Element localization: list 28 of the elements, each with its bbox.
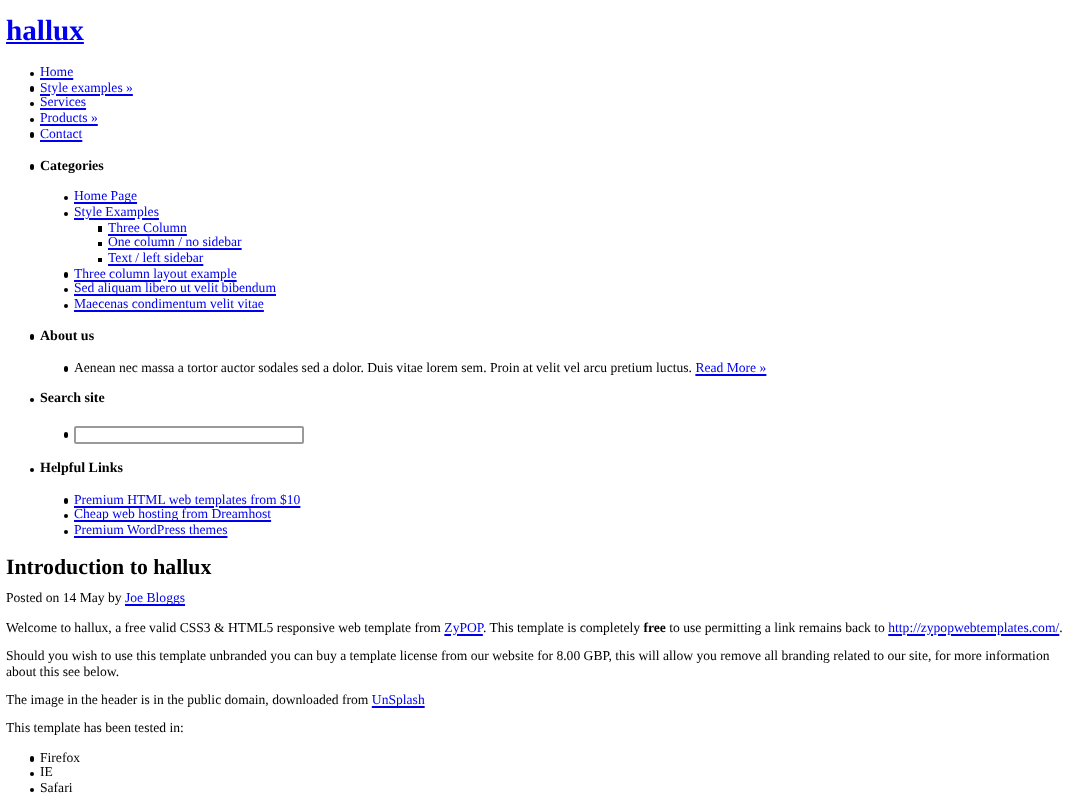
bullet-icon <box>63 514 68 519</box>
bullet-icon <box>63 432 68 438</box>
bullet-icon <box>63 366 68 372</box>
bullet-icon <box>29 397 34 403</box>
bullet-icon <box>29 102 34 107</box>
bullet-icon <box>29 467 34 472</box>
article-title: Introduction to hallux <box>6 555 214 580</box>
bullet-icon <box>29 71 34 77</box>
bullet-icon <box>29 86 34 92</box>
bullet-icon <box>29 164 34 170</box>
bullet-icon <box>63 498 68 504</box>
bullet-icon <box>97 226 102 232</box>
bullet-icon <box>63 195 68 201</box>
bullet-icon <box>29 771 34 777</box>
bullet-icon <box>97 241 102 247</box>
bullet-icon <box>29 334 34 340</box>
bullet-icon <box>29 787 34 792</box>
bullet-icon <box>97 257 102 263</box>
bullet-icon <box>63 272 68 278</box>
site-title-link[interactable]: hallux <box>6 16 84 48</box>
bullet-icon <box>29 756 34 762</box>
bullet-icon <box>63 288 68 293</box>
bullet-icon <box>63 529 68 535</box>
bullet-icon <box>63 303 68 309</box>
bullet-icon <box>29 117 34 123</box>
search-field[interactable] <box>74 425 304 444</box>
bullet-icon <box>63 211 68 216</box>
bullet-icon <box>29 132 34 138</box>
